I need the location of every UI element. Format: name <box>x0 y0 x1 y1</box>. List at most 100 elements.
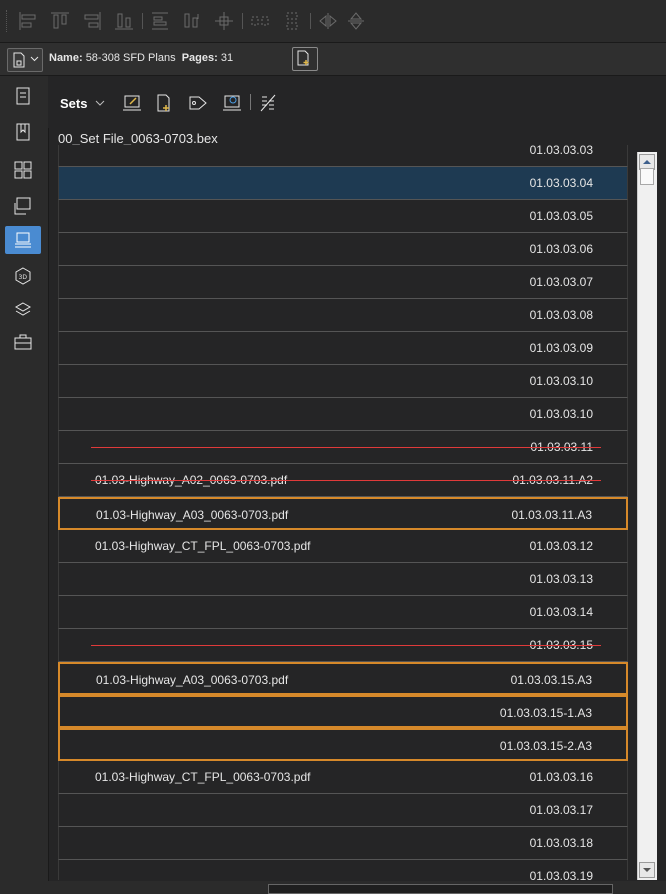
chevron-down-icon <box>30 56 39 62</box>
list-row[interactable]: 01.03.03.07 <box>58 266 628 299</box>
rail-toolchest[interactable] <box>5 328 41 356</box>
distribute-horizontal-icon[interactable] <box>150 11 170 31</box>
space-vertical-icon[interactable] <box>282 11 302 31</box>
rail-thumbnails[interactable] <box>5 156 41 184</box>
properties-icon <box>16 87 30 105</box>
arrow-up-icon <box>643 160 651 164</box>
sets-icon <box>15 232 31 248</box>
list-row[interactable]: 01.03.03.19 <box>58 860 628 880</box>
list-row[interactable]: 01.03.03.18 <box>58 827 628 860</box>
scroll-down-button[interactable] <box>639 862 655 878</box>
row-sheet-number: 01.03.03.12 <box>529 539 593 553</box>
3d-icon: 3D <box>15 267 31 285</box>
rail-bookmarks[interactable] <box>5 118 41 146</box>
name-label: Name: <box>49 52 83 64</box>
toolbar-grip[interactable] <box>6 10 9 32</box>
list-row[interactable]: 01.03-Highway_CT_FPL_0063-0703.pdf 01.03.… <box>58 530 628 563</box>
sets-panel-header: Sets <box>48 76 666 128</box>
center-icon[interactable] <box>214 11 234 31</box>
strikethrough-line <box>91 480 601 481</box>
row-sheet-number: 01.03.03.19 <box>529 869 593 880</box>
row-sheet-number: 01.03.03.10 <box>529 407 593 421</box>
row-sheet-number: 01.03.03.14 <box>529 605 593 619</box>
row-sheet-number: 01.03.03.09 <box>529 341 593 355</box>
list-row[interactable]: 01.03.03.13 <box>58 563 628 596</box>
sets-list[interactable]: 01.03.03.03 01.03.03.04 01.03.03.05 01.03.0… <box>58 145 630 880</box>
horizontal-scrollbar[interactable] <box>268 884 613 894</box>
list-row[interactable]: 01.03.03.09 <box>58 332 628 365</box>
list-row[interactable]: 01.03.03.11 <box>58 431 628 464</box>
flip-horizontal-icon[interactable] <box>318 11 338 31</box>
row-sheet-number: 01.03.03.17 <box>529 803 593 817</box>
thumbnails-icon <box>14 161 32 179</box>
panel-rail: 3D <box>0 76 49 894</box>
list-row[interactable]: 01.03.03.10 <box>58 365 628 398</box>
markups-icon <box>14 197 31 215</box>
row-sheet-number: 01.03.03.10 <box>529 374 593 388</box>
row-sheet-number: 01.03.03.11.A3 <box>511 508 592 522</box>
list-row[interactable]: 01.03.03.10 <box>58 398 628 431</box>
search-set-icon[interactable] <box>222 93 242 113</box>
chevron-down-icon[interactable] <box>95 100 105 107</box>
strikethrough-line <box>91 645 601 646</box>
list-row[interactable]: 01.03-Highway_A02_0063-0703.pdf 01.03.03.… <box>58 464 628 497</box>
document-menu-button[interactable] <box>7 48 43 72</box>
space-horizontal-icon[interactable] <box>250 11 270 31</box>
tag-icon[interactable] <box>188 93 208 113</box>
list-row[interactable]: 01.03.03.05 <box>58 200 628 233</box>
align-right-icon[interactable] <box>82 11 102 31</box>
row-sheet-number: 01.03.03.15-1.A3 <box>499 706 592 720</box>
arrow-down-icon <box>643 868 651 872</box>
rail-layers[interactable] <box>5 296 41 324</box>
row-sheet-number: 01.03.03.07 <box>529 275 593 289</box>
rail-sets[interactable] <box>5 226 41 254</box>
alignment-toolbar <box>0 0 666 43</box>
row-sheet-number: 01.03.03.03 <box>529 145 593 157</box>
row-sheet-number: 01.03.03.04 <box>529 176 593 190</box>
list-row[interactable]: 01.03.03.15-2.A3 <box>58 728 628 761</box>
row-sheet-number: 01.03.03.06 <box>529 242 593 256</box>
add-page-button[interactable] <box>292 47 318 71</box>
list-row[interactable]: 01.03.03.03 <box>58 145 628 167</box>
row-file-name: 01.03-Highway_CT_FPL_0063-0703.pdf <box>95 539 311 553</box>
vertical-scrollbar[interactable] <box>637 152 657 880</box>
align-bottom-icon[interactable] <box>114 11 134 31</box>
row-sheet-number: 01.03.03.15.A3 <box>510 673 592 687</box>
add-page-icon <box>297 50 309 66</box>
rail-markups[interactable] <box>5 192 41 220</box>
list-row[interactable]: 01.03.03.17 <box>58 794 628 827</box>
rail-properties[interactable] <box>5 82 41 110</box>
strikethrough-line <box>91 447 601 448</box>
flip-vertical-icon[interactable] <box>346 11 366 31</box>
list-row[interactable]: 01.03.03.08 <box>58 299 628 332</box>
distribute-vertical-icon[interactable] <box>182 11 202 31</box>
row-sheet-number: 01.03.03.08 <box>529 308 593 322</box>
scroll-thumb[interactable] <box>640 168 654 185</box>
row-sheet-number: 01.03.03.15-2.A3 <box>499 739 592 753</box>
list-row[interactable]: 01.03-Highway_CT_FPL_0063-0703.pdf 01.03.… <box>58 761 628 794</box>
set-file-name: 00_Set File_0063-0703.bex <box>58 131 218 146</box>
list-row[interactable]: 01.03.03.06 <box>58 233 628 266</box>
list-row[interactable]: 01.03.03.04 <box>58 167 628 200</box>
document-info: Name: 58-308 SFD Plans Pages: 31 <box>49 52 233 64</box>
align-left-icon[interactable] <box>18 11 38 31</box>
row-sheet-number: 01.03.03.18 <box>529 836 593 850</box>
toolchest-icon <box>14 334 32 350</box>
row-file-name: 01.03-Highway_A03_0063-0703.pdf <box>96 508 289 522</box>
sets-title[interactable]: Sets <box>60 96 87 111</box>
rail-3d[interactable]: 3D <box>5 262 41 290</box>
list-row[interactable]: 01.03.03.14 <box>58 596 628 629</box>
list-row[interactable]: 01.03.03.15-1.A3 <box>58 695 628 728</box>
align-top-icon[interactable] <box>50 11 70 31</box>
document-toolbar: Name: 58-308 SFD Plans Pages: 31 <box>0 43 666 76</box>
page-count: 31 <box>220 52 234 64</box>
compare-icon[interactable] <box>258 93 278 113</box>
row-sheet-number: 01.03.03.05 <box>529 209 593 223</box>
list-row[interactable]: 01.03-Highway_A03_0063-0703.pdf 01.03.03.… <box>58 662 628 695</box>
add-file-icon[interactable] <box>154 93 174 113</box>
list-row[interactable]: 01.03.03.15 <box>58 629 628 662</box>
bookmarks-icon <box>16 123 30 141</box>
pages-label: Pages: <box>181 52 218 64</box>
create-set-icon[interactable] <box>122 93 142 113</box>
list-row[interactable]: 01.03-Highway_A03_0063-0703.pdf 01.03.03.… <box>58 497 628 530</box>
